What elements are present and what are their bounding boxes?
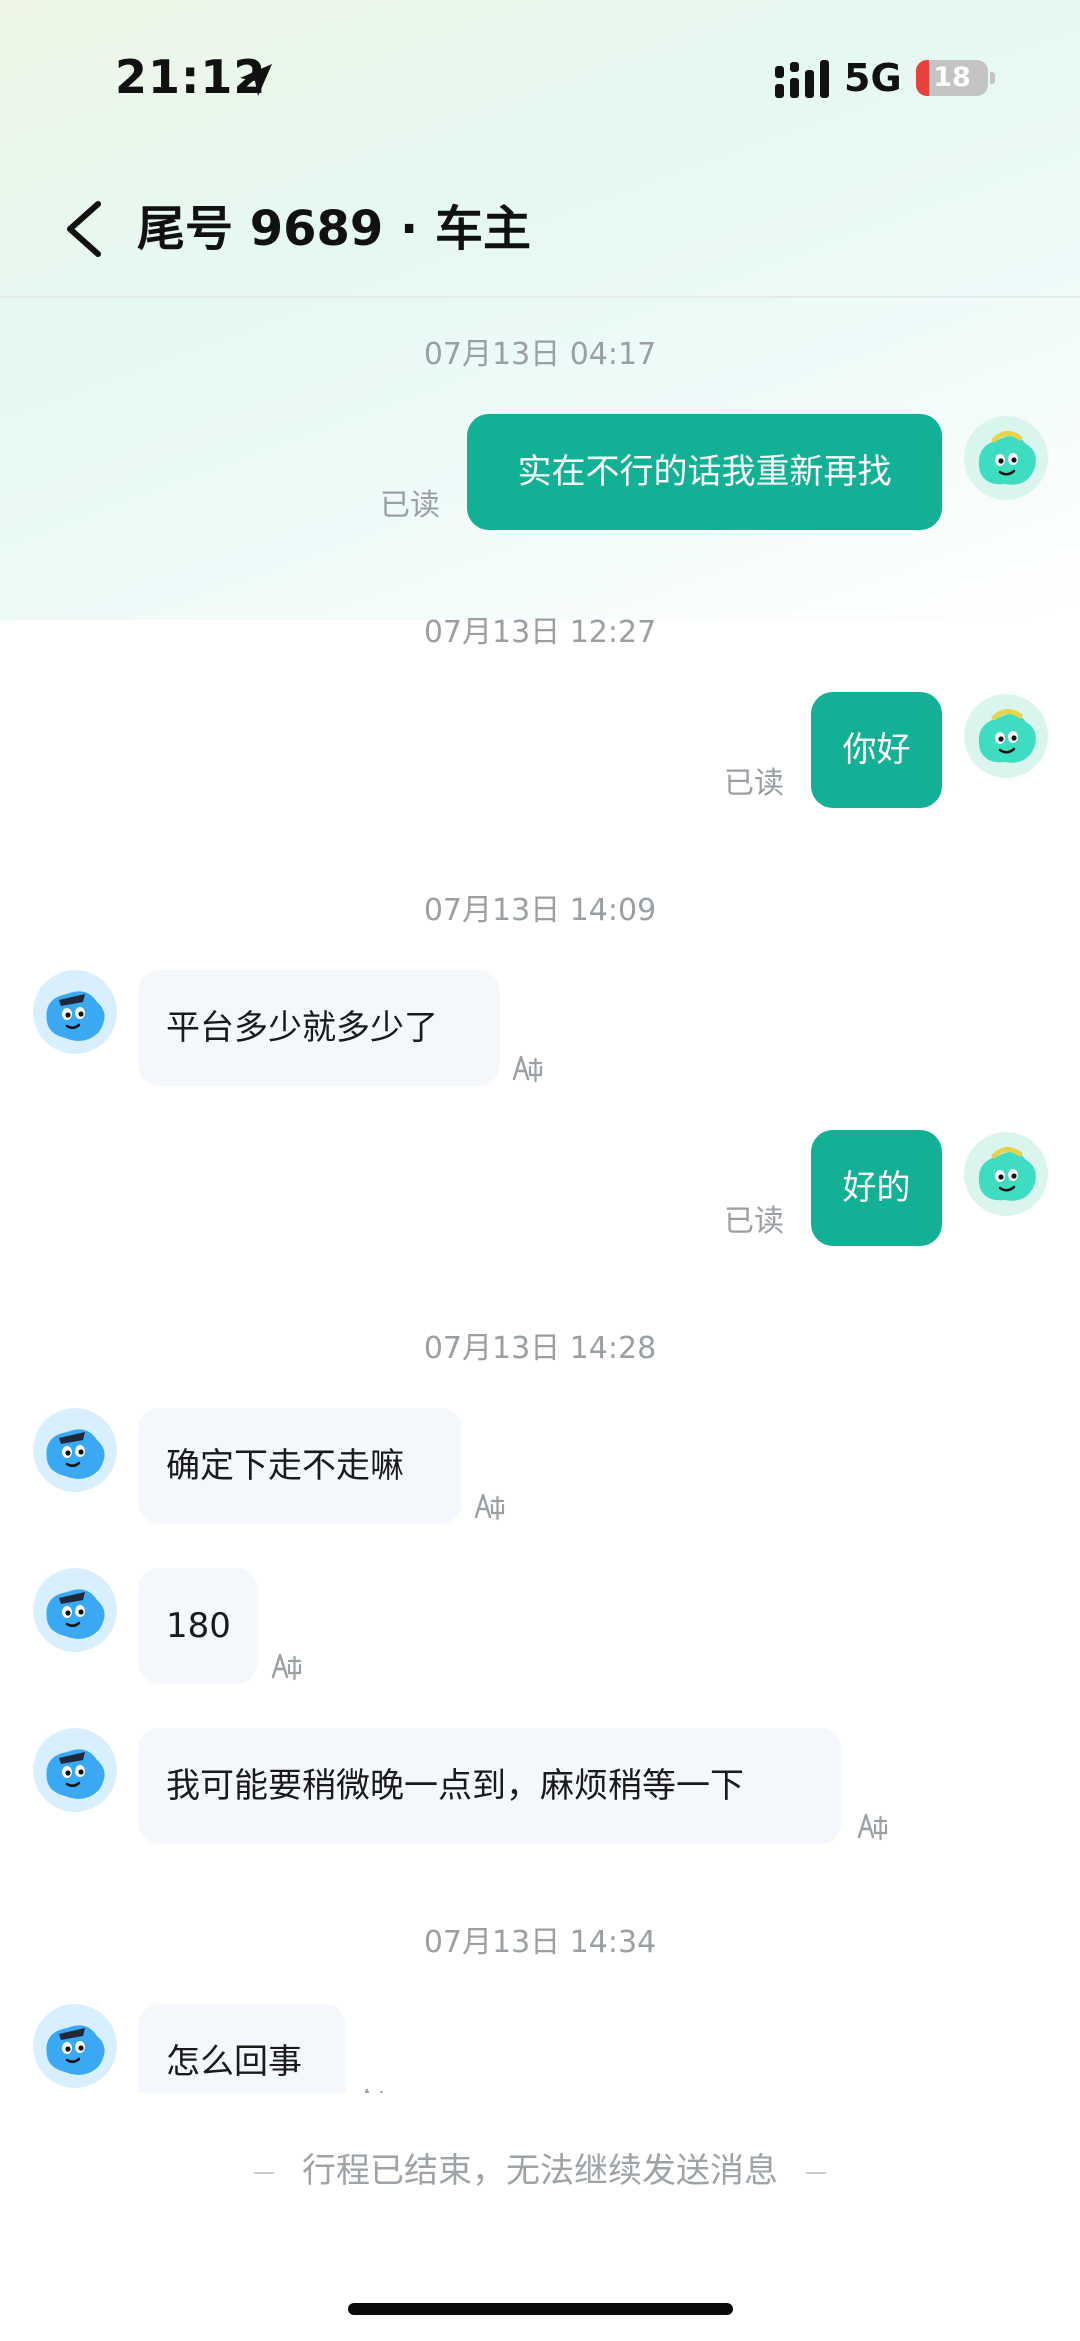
driver-avatar-icon — [33, 2004, 117, 2088]
network-type: 5G — [844, 56, 902, 100]
notice-divider-left — [254, 2171, 274, 2174]
read-status: 已读 — [380, 488, 440, 523]
driver-avatar[interactable] — [33, 1728, 117, 1812]
location-arrow-icon — [240, 64, 272, 96]
message-timestamp: 07月13日 04:17 — [423, 337, 657, 372]
driver-avatar-icon — [33, 1568, 117, 1652]
read-status: 已读 — [724, 766, 784, 801]
notice-divider-right — [806, 2171, 826, 2174]
message-timestamp: 07月13日 14:09 — [423, 893, 657, 928]
cellular-signal-icon — [775, 60, 829, 98]
battery-tip — [990, 72, 995, 84]
driver-avatar[interactable] — [33, 2004, 117, 2088]
translate-icon[interactable] — [855, 1809, 889, 1843]
home-indicator[interactable] — [348, 2303, 733, 2315]
chat-message-list[interactable]: 07月13日 04:17 已读 实在不行的话我重新再找 07月13日 12:27… — [0, 298, 1080, 2093]
passenger-avatar[interactable] — [964, 416, 1048, 500]
nav-bar: 尾号 9689 · 车主 — [0, 160, 1080, 298]
outgoing-message-bubble[interactable]: 好的 — [811, 1130, 942, 1246]
driver-avatar-icon — [33, 1408, 117, 1492]
status-bar: 21:12 5G 18 — [0, 0, 1080, 160]
translate-icon[interactable] — [356, 2084, 390, 2093]
incoming-message-bubble[interactable]: 180 — [138, 1568, 258, 1684]
driver-avatar-icon — [33, 970, 117, 1054]
battery-icon: 18 — [916, 60, 988, 96]
message-timestamp: 07月13日 14:34 — [423, 1925, 657, 1960]
outgoing-message-bubble[interactable]: 你好 — [811, 692, 942, 808]
page-title: 尾号 9689 · 车主 — [137, 201, 531, 257]
trip-ended-notice: 行程已结束，无法继续发送消息 — [0, 2146, 1080, 2196]
driver-avatar[interactable] — [33, 1568, 117, 1652]
driver-avatar[interactable] — [33, 1408, 117, 1492]
translate-icon[interactable] — [472, 1489, 506, 1523]
passenger-avatar[interactable] — [964, 694, 1048, 778]
translate-icon[interactable] — [510, 1051, 544, 1085]
passenger-avatar[interactable] — [964, 1132, 1048, 1216]
incoming-message-bubble[interactable]: 我可能要稍微晚一点到，麻烦稍等一下 — [138, 1728, 842, 1844]
read-status: 已读 — [724, 1204, 784, 1239]
translate-icon[interactable] — [269, 1649, 303, 1683]
incoming-message-bubble[interactable]: 怎么回事 — [138, 2004, 346, 2093]
message-timestamp: 07月13日 14:28 — [423, 1331, 657, 1366]
trip-ended-text: 行程已结束，无法继续发送消息 — [302, 2151, 778, 2191]
incoming-message-bubble[interactable]: 确定下走不走嘛 — [138, 1408, 462, 1524]
passenger-avatar-icon — [964, 1132, 1048, 1216]
driver-avatar[interactable] — [33, 970, 117, 1054]
battery-percent: 18 — [933, 62, 971, 93]
passenger-avatar-icon — [964, 416, 1048, 500]
incoming-message-bubble[interactable]: 平台多少就多少了 — [138, 970, 500, 1086]
message-timestamp: 07月13日 12:27 — [423, 615, 657, 650]
chevron-left-icon[interactable] — [52, 194, 122, 264]
passenger-avatar-icon — [964, 694, 1048, 778]
outgoing-message-bubble[interactable]: 实在不行的话我重新再找 — [467, 414, 942, 530]
driver-avatar-icon — [33, 1728, 117, 1812]
